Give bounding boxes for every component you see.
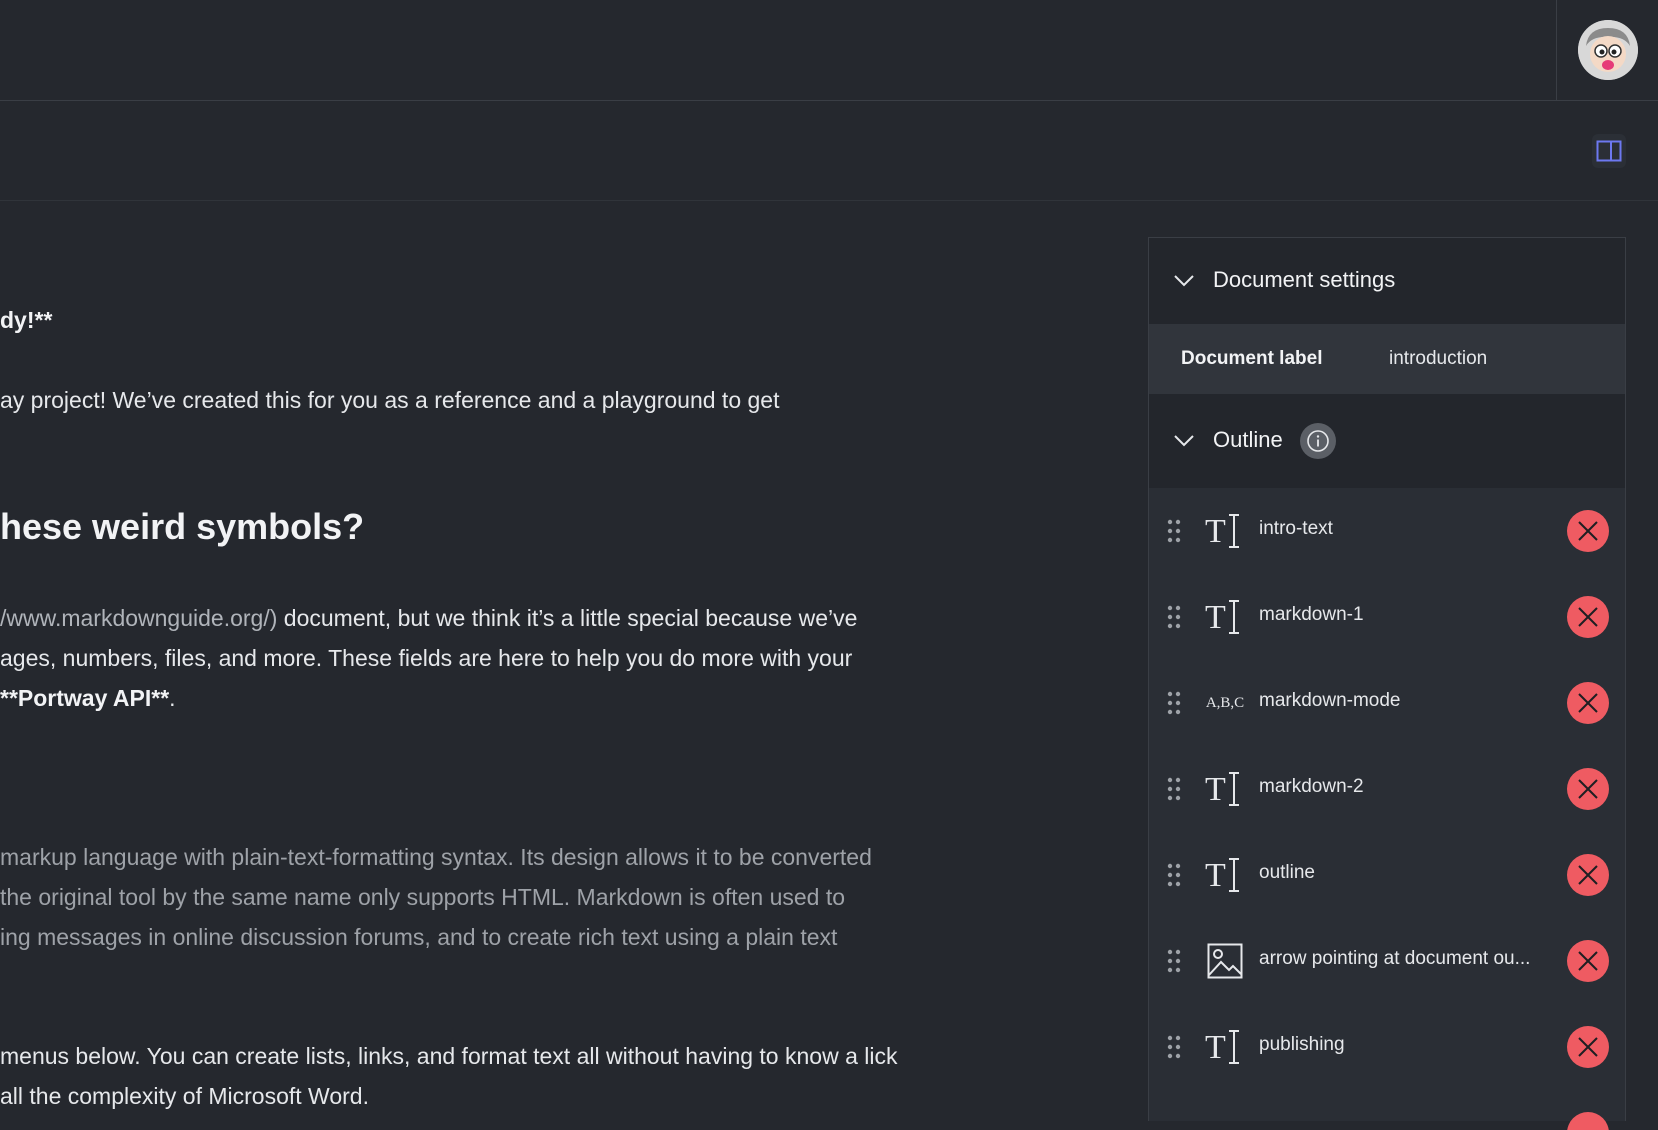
svg-text:T: T xyxy=(1205,1029,1226,1066)
delete-button[interactable] xyxy=(1567,510,1609,552)
outline-item-name: markdown-2 xyxy=(1259,776,1364,797)
doc-quote-line: the original tool by the same name only … xyxy=(0,884,846,910)
outline-item-name: outline xyxy=(1259,862,1315,883)
drag-handle-icon[interactable] xyxy=(1167,777,1181,801)
doc-line: ages, numbers, files, and more. These fi… xyxy=(0,645,853,671)
abc-field-icon: A,B,C xyxy=(1205,694,1245,711)
drag-handle-icon[interactable] xyxy=(1167,863,1181,887)
delete-button[interactable] xyxy=(1567,940,1609,982)
delete-button[interactable] xyxy=(1567,1112,1609,1130)
document-settings-title: Document settings xyxy=(1213,267,1396,292)
doc-line: all the complexity of Microsoft Word. xyxy=(0,1083,369,1109)
drag-handle-icon[interactable] xyxy=(1167,949,1181,973)
top-bar xyxy=(0,0,1658,101)
outline-item-name: markdown-mode xyxy=(1259,690,1401,711)
document-label-value[interactable]: introduction xyxy=(1389,348,1487,370)
outline-header[interactable]: Outline xyxy=(1149,394,1625,488)
chevron-down-icon xyxy=(1174,275,1194,287)
close-icon xyxy=(1578,779,1598,799)
panel-toggle-button[interactable] xyxy=(1592,134,1626,168)
svg-text:T: T xyxy=(1205,771,1226,808)
outline-item[interactable]: T outline xyxy=(1149,832,1625,918)
drag-handle-icon[interactable] xyxy=(1167,519,1181,543)
outline-item[interactable]: T publishing xyxy=(1149,1004,1625,1090)
outline-item-name: intro-text xyxy=(1259,518,1333,539)
outline-info-button[interactable] xyxy=(1300,423,1336,459)
outline-item-name: markdown-1 xyxy=(1259,604,1364,625)
top-bar-divider xyxy=(1556,0,1557,100)
doc-quote-line: markup language with plain-text-formatti… xyxy=(0,844,872,870)
delete-button[interactable] xyxy=(1567,768,1609,810)
settings-sidebar: Document settings Document label introdu… xyxy=(1148,237,1626,1130)
outline-item[interactable]: arrow pointing at document ou... xyxy=(1149,918,1625,1004)
text-field-icon: T xyxy=(1205,855,1245,895)
outline-title: Outline xyxy=(1213,427,1283,452)
drag-handle-icon[interactable] xyxy=(1167,691,1181,715)
outline-item[interactable]: A,B,C markdown-mode xyxy=(1149,660,1625,746)
doc-line: dy!** xyxy=(0,307,53,333)
sidebar-toggle-icon xyxy=(1596,140,1622,162)
outline-item[interactable]: T markdown-2 xyxy=(1149,746,1625,832)
delete-button[interactable] xyxy=(1567,1026,1609,1068)
document-settings-header[interactable]: Document settings xyxy=(1149,238,1625,324)
delete-button[interactable] xyxy=(1567,682,1609,724)
doc-line: ay project! We’ve created this for you a… xyxy=(0,387,780,413)
text-field-icon: T xyxy=(1205,597,1245,637)
text-field-icon: T xyxy=(1205,511,1245,551)
cartoon-avatar-icon xyxy=(1578,20,1638,80)
image-field-icon xyxy=(1205,941,1245,981)
outline-item-name: arrow pointing at document ou... xyxy=(1259,948,1531,969)
outline-item-name: publishing xyxy=(1259,1034,1345,1055)
doc-heading: hese weird symbols? xyxy=(0,506,365,547)
close-icon xyxy=(1578,607,1598,627)
svg-text:T: T xyxy=(1205,857,1226,894)
close-icon xyxy=(1578,865,1598,885)
document-label-row: Document label introduction xyxy=(1149,324,1625,394)
doc-line: /www.markdownguide.org/) document, but w… xyxy=(0,605,858,631)
outline-item[interactable]: T intro-text xyxy=(1149,488,1625,574)
user-avatar[interactable] xyxy=(1578,20,1638,80)
drag-handle-icon[interactable] xyxy=(1167,1035,1181,1059)
doc-link[interactable]: /www.markdownguide.org/) xyxy=(0,605,277,631)
document-label-key: Document label xyxy=(1181,348,1323,369)
drag-handle-icon[interactable] xyxy=(1167,605,1181,629)
close-icon xyxy=(1578,521,1598,541)
chevron-down-icon xyxy=(1174,435,1194,447)
close-icon xyxy=(1578,951,1598,971)
svg-text:T: T xyxy=(1205,599,1226,636)
outline-item[interactable]: T markdown-1 xyxy=(1149,574,1625,660)
close-icon xyxy=(1578,1037,1598,1057)
text-field-icon: T xyxy=(1205,1027,1245,1067)
close-icon xyxy=(1578,693,1598,713)
doc-line: menus below. You can create lists, links… xyxy=(0,1043,898,1069)
doc-quote-line: ing messages in online discussion forums… xyxy=(0,924,838,950)
delete-button[interactable] xyxy=(1567,596,1609,638)
editor-toolbar xyxy=(0,101,1658,201)
doc-line: **Portway API**. xyxy=(0,685,176,711)
document-body[interactable]: dy!** ay project! We’ve created this for… xyxy=(0,200,1140,1120)
outline-item[interactable] xyxy=(1149,1090,1625,1130)
delete-button[interactable] xyxy=(1567,854,1609,896)
info-icon xyxy=(1307,430,1329,452)
svg-text:T: T xyxy=(1205,513,1226,550)
text-field-icon: T xyxy=(1205,769,1245,809)
